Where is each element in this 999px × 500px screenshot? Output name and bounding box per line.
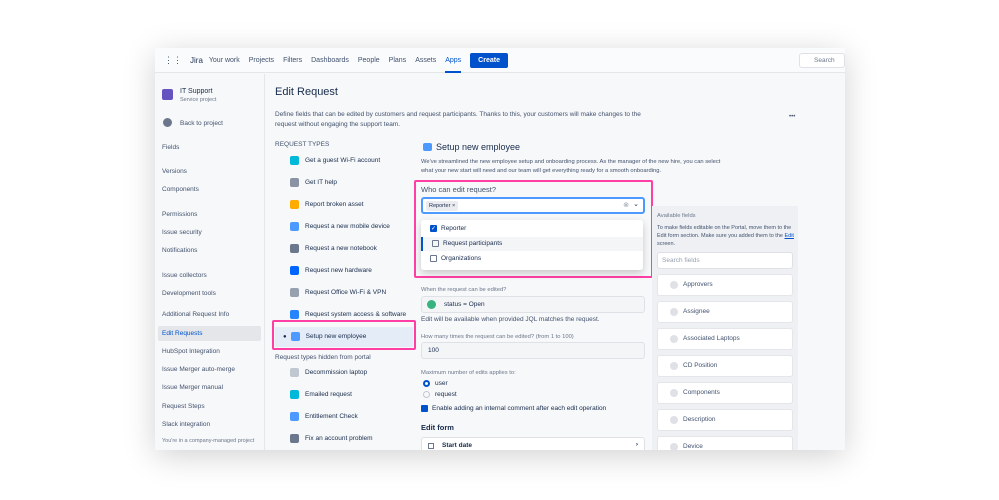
sidebar-item-issue-security[interactable]: Issue security bbox=[162, 229, 262, 236]
option-organizations[interactable]: Organizations bbox=[421, 252, 643, 266]
nav-people[interactable]: People bbox=[358, 57, 380, 64]
request-type-item[interactable]: Get IT help bbox=[290, 178, 337, 187]
back-icon bbox=[163, 118, 172, 127]
jql-input[interactable]: status = Open bbox=[421, 296, 645, 313]
sidebar-item-notifications[interactable]: Notifications bbox=[162, 247, 262, 254]
edit-screen-link[interactable]: Edit bbox=[784, 233, 793, 239]
back-to-project-link[interactable]: Back to project bbox=[180, 120, 223, 127]
available-fields-panel: Available fields To make fields editable… bbox=[652, 206, 798, 450]
sidebar-item-issue-collectors[interactable]: Issue collectors bbox=[162, 272, 262, 279]
hidden-types-heading: Request types hidden from portal bbox=[275, 354, 371, 361]
form-title: Setup new employee bbox=[436, 142, 521, 152]
field-card-components[interactable]: Components bbox=[657, 382, 793, 404]
sidebar-footer: You're in a company-managed project bbox=[162, 438, 255, 444]
field-card-cd-position[interactable]: CD Position bbox=[657, 355, 793, 377]
option-reporter[interactable]: ✓ Reporter bbox=[421, 222, 643, 236]
field-card-assignee[interactable]: Assignee bbox=[657, 301, 793, 323]
request-type-item[interactable]: Request Office Wi-Fi & VPN bbox=[290, 288, 386, 297]
sidebar-item-permissions[interactable]: Permissions bbox=[162, 211, 262, 218]
reporter-tag: Reporter × bbox=[426, 201, 459, 211]
remove-tag-icon[interactable]: × bbox=[452, 203, 455, 209]
field-card-associated-laptops[interactable]: Associated Laptops bbox=[657, 328, 793, 350]
sidebar-item-fields[interactable]: Fields bbox=[162, 144, 262, 151]
nav-filters[interactable]: Filters bbox=[283, 57, 302, 64]
nav-assets[interactable]: Assets bbox=[415, 57, 436, 64]
option-request-participants[interactable]: Request participants bbox=[421, 237, 643, 251]
project-type: Service project bbox=[180, 97, 217, 103]
project-avatar bbox=[162, 89, 173, 100]
nav-dashboards[interactable]: Dashboards bbox=[311, 57, 349, 64]
checkbox[interactable] bbox=[432, 240, 439, 247]
request-type-item[interactable]: Request a new notebook bbox=[290, 244, 377, 253]
request-type-item[interactable]: Request new hardware bbox=[290, 266, 372, 275]
who-can-edit-label: Who can edit request? bbox=[421, 185, 497, 194]
request-type-icon bbox=[423, 143, 432, 151]
app-switcher-icon[interactable]: ⋮⋮ bbox=[164, 55, 182, 66]
sidebar-item-components[interactable]: Components bbox=[162, 186, 262, 193]
available-fields-heading: Available fields bbox=[657, 213, 696, 219]
project-name[interactable]: IT Support bbox=[180, 88, 213, 95]
hidden-request-type-item[interactable]: Entitlement Check bbox=[290, 412, 358, 421]
nav-your-work[interactable]: Your work bbox=[209, 57, 240, 64]
field-card-device[interactable]: Device bbox=[657, 436, 793, 450]
sidebar-item-hubspot[interactable]: HubSpot Integration bbox=[162, 348, 262, 355]
internal-comment-checkbox[interactable]: Enable adding an internal comment after … bbox=[421, 405, 606, 412]
search-fields-input[interactable]: Search fields bbox=[657, 252, 793, 269]
project-sidebar: IT Support Service project Back to proje… bbox=[155, 74, 265, 450]
start-date-field[interactable]: Start date › bbox=[421, 437, 645, 450]
applies-label: Maximum number of edits applies to: bbox=[421, 370, 516, 376]
sidebar-item-slack[interactable]: Slack integration bbox=[162, 421, 262, 428]
request-type-item[interactable]: Report broken asset bbox=[290, 200, 364, 209]
nav-plans[interactable]: Plans bbox=[389, 57, 407, 64]
sidebar-item-versions[interactable]: Versions bbox=[162, 168, 262, 175]
request-type-item[interactable]: Request system access & software bbox=[290, 310, 406, 319]
radio-request[interactable]: request bbox=[423, 391, 457, 398]
hidden-request-type-item[interactable]: Emailed request bbox=[290, 390, 352, 399]
times-input[interactable]: 100 bbox=[421, 342, 645, 359]
hidden-request-type-item[interactable]: Decommission laptop bbox=[290, 368, 367, 377]
hidden-request-type-item[interactable]: Fix an account problem bbox=[290, 434, 373, 443]
page-title: Edit Request bbox=[275, 86, 338, 98]
chevron-right-icon[interactable]: › bbox=[636, 441, 638, 448]
checkbox-checked[interactable]: ✓ bbox=[430, 225, 437, 232]
request-type-item[interactable]: Get a guest Wi-Fi account bbox=[290, 156, 380, 165]
sidebar-item-issue-merger-auto[interactable]: Issue Merger auto-merge bbox=[162, 366, 262, 373]
sidebar-item-development-tools[interactable]: Development tools bbox=[162, 290, 262, 297]
jql-help: Edit will be available when provided JQL… bbox=[421, 316, 600, 323]
field-card-approvers[interactable]: Approvers bbox=[657, 274, 793, 296]
sidebar-item-additional-request-info[interactable]: Additional Request Info bbox=[162, 311, 262, 318]
edit-form-heading: Edit form bbox=[421, 423, 454, 432]
form-description: We've streamlined the new employee setup… bbox=[421, 159, 721, 174]
jira-logo[interactable]: Jira bbox=[190, 56, 203, 65]
app-window: ⋮⋮ Jira Your work Projects Filters Dashboar… bbox=[155, 48, 845, 450]
who-can-edit-select[interactable]: Reporter × ⊗ ⌄ bbox=[421, 197, 645, 214]
available-fields-help: To make fields editable on the Portal, m… bbox=[657, 225, 794, 247]
who-can-edit-dropdown: ✓ Reporter Request participants Organizat… bbox=[421, 220, 643, 270]
sidebar-item-request-steps[interactable]: Request Steps bbox=[162, 403, 262, 410]
nav-apps[interactable]: Apps bbox=[445, 48, 462, 73]
request-types-heading: REQUEST TYPES bbox=[275, 141, 330, 148]
create-button[interactable]: Create bbox=[470, 52, 508, 68]
highlight-box bbox=[272, 320, 416, 350]
sidebar-item-edit-requests[interactable]: Edit Requests bbox=[158, 326, 261, 341]
times-label: How many times the request can be edited… bbox=[421, 334, 574, 340]
calendar-icon bbox=[428, 443, 434, 449]
search-input[interactable]: Search bbox=[799, 53, 845, 68]
clear-icon[interactable]: ⊗ bbox=[623, 201, 629, 209]
chevron-down-icon[interactable]: ⌄ bbox=[633, 200, 639, 208]
when-label: When the request can be edited? bbox=[421, 287, 507, 293]
more-actions-button[interactable]: ••• bbox=[789, 114, 795, 120]
nav-projects[interactable]: Projects bbox=[249, 57, 274, 64]
radio-user[interactable]: user bbox=[423, 380, 448, 387]
request-type-item[interactable]: Request a new mobile device bbox=[290, 222, 390, 231]
top-navigation: ⋮⋮ Jira Your work Projects Filters Dashboar… bbox=[155, 48, 845, 73]
checkbox[interactable] bbox=[430, 255, 437, 262]
sidebar-item-issue-merger-manual[interactable]: Issue Merger manual bbox=[162, 384, 262, 391]
field-card-description[interactable]: Description bbox=[657, 409, 793, 431]
page-description: Define fields that can be edited by cust… bbox=[275, 111, 641, 128]
check-circle-icon bbox=[427, 300, 436, 309]
